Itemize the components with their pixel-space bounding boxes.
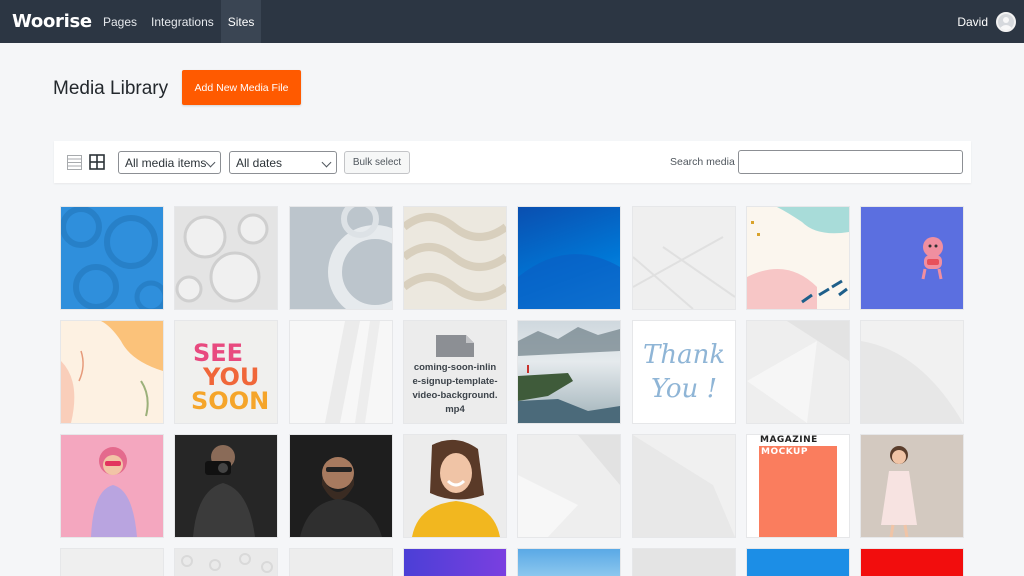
file-name: coming-soon-inline-signup-template-video…: [412, 362, 498, 415]
media-thumbnail: [300, 457, 382, 537]
magazine-title: MAGAZINE: [760, 435, 818, 445]
media-tile[interactable]: coming-soon-inline-signup-template-video…: [404, 321, 506, 423]
media-tile[interactable]: [633, 549, 735, 576]
grid-view-icon[interactable]: [89, 154, 105, 170]
media-tile[interactable]: [861, 549, 963, 576]
media-thumbnail: [881, 446, 917, 537]
media-tile[interactable]: [518, 549, 620, 576]
chevron-down-icon: [205, 157, 216, 168]
user-menu[interactable]: David: [957, 0, 1016, 43]
media-tile[interactable]: [290, 321, 392, 423]
date-filter-value: All dates: [236, 155, 283, 170]
nav-sites[interactable]: Sites: [220, 0, 262, 43]
media-tile[interactable]: [518, 435, 620, 537]
media-thumbnail: [328, 207, 392, 309]
media-tile[interactable]: [290, 207, 392, 309]
media-tile[interactable]: [404, 549, 506, 576]
media-tile[interactable]: SEE YOU SOON: [175, 321, 277, 423]
thank-text: Thank: [643, 340, 725, 370]
media-tile[interactable]: [61, 321, 163, 423]
media-thumbnail: [921, 237, 943, 280]
you-exclaim-text: You !: [651, 374, 717, 404]
media-tile[interactable]: [861, 207, 963, 309]
media-tile[interactable]: [290, 549, 392, 576]
media-thumbnail: [91, 447, 137, 537]
media-tile[interactable]: [290, 435, 392, 537]
media-thumbnail: [518, 435, 620, 537]
media-tile[interactable]: [861, 435, 963, 537]
media-type-filter[interactable]: All media items: [118, 151, 221, 174]
media-thumbnail: Thank You !: [643, 340, 725, 404]
main-nav: Pages Integrations Sites: [96, 0, 262, 43]
media-thumbnail: [61, 207, 163, 309]
magazine-cover: MOCKUP: [759, 446, 837, 537]
media-tile[interactable]: [518, 207, 620, 309]
magazine-subtitle: MOCKUP: [761, 447, 808, 457]
media-tile[interactable]: [747, 207, 849, 309]
media-thumbnail: [181, 553, 273, 573]
soon-text: SOON: [191, 387, 269, 415]
page-title: Media Library: [53, 78, 169, 99]
media-thumbnail: [404, 213, 506, 301]
media-tile[interactable]: [518, 321, 620, 423]
media-thumbnail: [747, 207, 849, 309]
media-thumbnail: [412, 439, 500, 537]
media-thumbnail: [633, 236, 735, 309]
media-thumbnail: [861, 341, 963, 423]
media-tile[interactable]: [747, 549, 849, 576]
media-thumbnail: SEE YOU SOON: [191, 339, 269, 415]
media-tile[interactable]: MAGAZINE MOCKUP: [747, 435, 849, 537]
media-thumbnail: [175, 213, 269, 303]
media-tile[interactable]: [404, 435, 506, 537]
nav-pages[interactable]: Pages: [96, 0, 144, 43]
media-thumbnail: [193, 445, 255, 537]
media-tile[interactable]: [175, 435, 277, 537]
woorise-logo[interactable]: Woorise: [0, 11, 96, 32]
media-toolbar: All media items All dates Bulk select Se…: [54, 141, 971, 183]
media-thumbnail: [518, 327, 620, 423]
search-media-label: Search media: [670, 156, 735, 168]
date-filter[interactable]: All dates: [229, 151, 337, 174]
search-media-input[interactable]: [738, 150, 963, 174]
media-tile[interactable]: [61, 549, 163, 576]
media-thumbnail: [518, 254, 620, 309]
media-tile[interactable]: [61, 435, 163, 537]
media-tile[interactable]: [175, 207, 277, 309]
avatar[interactable]: [996, 11, 1016, 32]
add-new-media-button[interactable]: Add New Media File: [182, 70, 301, 105]
media-tile[interactable]: [404, 207, 506, 309]
media-thumbnail: [747, 321, 849, 423]
media-tile[interactable]: [861, 321, 963, 423]
user-name: David: [957, 14, 988, 29]
nav-integrations[interactable]: Integrations: [144, 0, 221, 43]
media-tile[interactable]: [747, 321, 849, 423]
bulk-select-button[interactable]: Bulk select: [344, 151, 410, 174]
media-type-filter-value: All media items: [125, 155, 207, 170]
media-tile[interactable]: [633, 207, 735, 309]
media-thumbnail: [325, 321, 380, 423]
media-tile[interactable]: [175, 549, 277, 576]
media-tile[interactable]: Thank You !: [633, 321, 735, 423]
media-thumbnail: [61, 321, 163, 423]
chevron-down-icon: [321, 157, 332, 168]
media-tile[interactable]: [61, 207, 163, 309]
media-thumbnail: [633, 435, 735, 537]
media-tile[interactable]: [633, 435, 735, 537]
top-navigation-bar: Woorise Pages Integrations Sites David: [0, 0, 1024, 43]
list-view-icon[interactable]: [67, 155, 82, 170]
